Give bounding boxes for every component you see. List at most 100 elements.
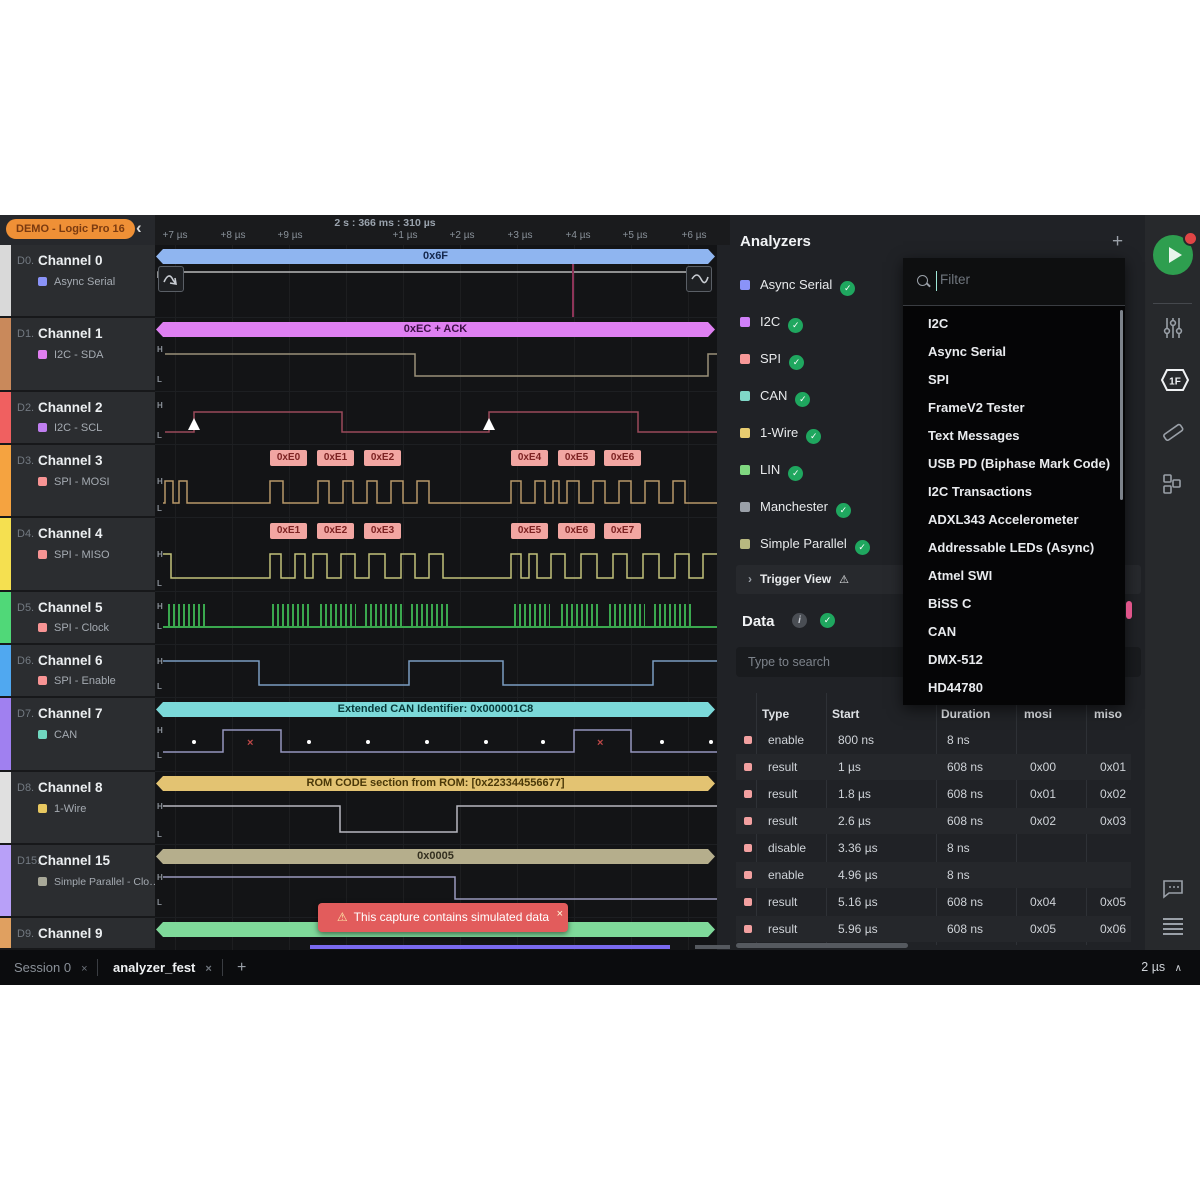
d0-waveform bbox=[157, 271, 712, 278]
spi-byte-badge[interactable]: 0xE4 bbox=[511, 450, 548, 466]
chat-feedback-icon[interactable] bbox=[1160, 875, 1186, 901]
dropdown-scrollbar[interactable] bbox=[1120, 310, 1123, 500]
dropdown-item-i2c-transactions[interactable]: I2C Transactions bbox=[903, 478, 1125, 506]
analyzer-enabled-check-icon[interactable]: ✓ bbox=[835, 503, 851, 518]
dropdown-item-adxl343[interactable]: ADXL343 Accelerometer bbox=[903, 506, 1125, 534]
channel-row-d1[interactable]: D1. Channel 1 I2C - SDA bbox=[0, 318, 155, 392]
analyzer-item-spi[interactable]: SPI ✓ bbox=[740, 347, 804, 371]
analyzer-item-lin[interactable]: LIN ✓ bbox=[740, 458, 804, 482]
new-tab-button[interactable]: + bbox=[237, 950, 246, 985]
col-header-mosi[interactable]: mosi bbox=[1024, 707, 1052, 721]
data-table-row[interactable]: enable 4.96 µs 8 ns bbox=[736, 862, 1131, 888]
analyzer-enabled-check-icon[interactable]: ✓ bbox=[854, 540, 870, 555]
data-table-row[interactable]: disable 3.36 µs 8 ns bbox=[736, 835, 1131, 861]
channel-row-d5[interactable]: D5. Channel 5 SPI - Clock bbox=[0, 592, 155, 645]
spi-byte-badge[interactable]: 0xE6 bbox=[558, 523, 595, 539]
scroll-indicator[interactable] bbox=[310, 945, 670, 949]
dropdown-item-text-messages[interactable]: Text Messages bbox=[903, 422, 1125, 450]
channel-row-d4[interactable]: D4. Channel 4 SPI - MISO bbox=[0, 518, 155, 592]
spi-byte-badge[interactable]: 0xE3 bbox=[364, 523, 401, 539]
measure-ruler-icon[interactable] bbox=[1160, 419, 1186, 445]
channel-row-d9[interactable]: D9. Channel 9 bbox=[0, 918, 155, 950]
toast-close-icon[interactable]: × bbox=[557, 900, 563, 929]
can-frame-bar[interactable]: Extended CAN Identifier: 0x000001C8 bbox=[156, 702, 715, 717]
dropdown-search-field[interactable]: Filter bbox=[903, 258, 1125, 306]
info-icon[interactable]: i bbox=[792, 613, 807, 628]
data-table-row[interactable]: result 1 µs 608 ns 0x00 0x01 bbox=[736, 754, 1131, 780]
spi-byte-badge[interactable]: 0xE2 bbox=[364, 450, 401, 466]
dropdown-item-atmel-swi[interactable]: Atmel SWI bbox=[903, 562, 1125, 590]
spi-byte-badge[interactable]: 0xE1 bbox=[317, 450, 354, 466]
data-table-row[interactable]: result 2.6 µs 608 ns 0x02 0x03 bbox=[736, 808, 1131, 834]
dropdown-item-can[interactable]: CAN bbox=[903, 618, 1125, 646]
async-frame-bar[interactable]: 0x6F bbox=[156, 249, 715, 264]
dropdown-item-addressable-leds[interactable]: Addressable LEDs (Async) bbox=[903, 534, 1125, 562]
dropdown-item-i2c[interactable]: I2C bbox=[903, 310, 1125, 338]
i2c-frame-bar[interactable]: 0xEC + ACK bbox=[156, 322, 715, 337]
analyzer-item-1wire[interactable]: 1-Wire ✓ bbox=[740, 421, 822, 445]
framing-glyph-icon[interactable] bbox=[158, 266, 184, 292]
data-table-row[interactable]: result 1.8 µs 608 ns 0x01 0x02 bbox=[736, 781, 1131, 807]
analyzer-item-i2c[interactable]: I2C ✓ bbox=[740, 310, 804, 334]
onewire-frame-bar[interactable]: ROM CODE section from ROM: [0x2233445566… bbox=[156, 776, 715, 791]
dropdown-item-biss-c[interactable]: BiSS C bbox=[903, 590, 1125, 618]
analyzer-enabled-check-icon[interactable]: ✓ bbox=[840, 281, 856, 296]
analyzer-item-async-serial[interactable]: Async Serial ✓ bbox=[740, 273, 856, 297]
data-table-row[interactable]: result 5.96 µs 608 ns 0x05 0x06 bbox=[736, 916, 1131, 942]
table-hscrollbar[interactable] bbox=[736, 943, 908, 948]
waveform-canvas[interactable]: 0x6F 0xEC + ACK H L H L 0xE0 0xE1 0xE2 0… bbox=[155, 245, 717, 950]
spi-byte-badge[interactable]: 0xE7 bbox=[604, 523, 641, 539]
framing-glyph-icon[interactable] bbox=[686, 266, 712, 292]
analyzer-item-simple-parallel[interactable]: Simple Parallel ✓ bbox=[740, 532, 870, 556]
parallel-frame-bar[interactable]: 0x0005 bbox=[156, 849, 715, 864]
dropdown-item-framev2-tester[interactable]: FrameV2 Tester bbox=[903, 394, 1125, 422]
spi-byte-badge[interactable]: 0xE2 bbox=[317, 523, 354, 539]
analyzer-item-manchester[interactable]: Manchester ✓ bbox=[740, 495, 851, 519]
main-menu-icon[interactable] bbox=[1160, 913, 1186, 939]
dropdown-item-spi[interactable]: SPI bbox=[903, 366, 1125, 394]
tab-close-icon[interactable]: × bbox=[205, 963, 211, 975]
hex-display-icon[interactable]: 1F bbox=[1160, 367, 1190, 393]
spi-byte-badge[interactable]: 0xE5 bbox=[511, 523, 548, 539]
channel-row-d8[interactable]: D8. Channel 8 1-Wire bbox=[0, 772, 155, 845]
spi-byte-badge[interactable]: 0xE5 bbox=[558, 450, 595, 466]
col-header-start[interactable]: Start bbox=[832, 707, 859, 721]
analyzer-enabled-check-icon[interactable]: ✓ bbox=[788, 466, 804, 481]
trigger-cursor-line[interactable] bbox=[572, 264, 574, 317]
wave-row-d1: 0xEC + ACK H L bbox=[155, 318, 717, 392]
analyzer-enabled-check-icon[interactable]: ✓ bbox=[806, 429, 822, 444]
analyzer-enabled-check-icon[interactable]: ✓ bbox=[788, 355, 804, 370]
zoom-level-control[interactable]: 2 µs ∧ bbox=[1141, 950, 1182, 985]
dropdown-item-async-serial[interactable]: Async Serial bbox=[903, 338, 1125, 366]
analyzer-enabled-check-icon[interactable]: ✓ bbox=[788, 318, 804, 333]
channel-row-d15[interactable]: D15. Channel 15 Simple Parallel - Clo… bbox=[0, 845, 160, 918]
dropdown-item-hd44780[interactable]: HD44780 bbox=[903, 674, 1125, 702]
spi-byte-badge[interactable]: 0xE1 bbox=[270, 523, 307, 539]
data-table-row[interactable]: result 5.16 µs 608 ns 0x04 0x05 bbox=[736, 889, 1131, 915]
dropdown-item-usb-pd[interactable]: USB PD (Biphase Mark Code) bbox=[903, 450, 1125, 478]
analyzer-enabled-check-icon[interactable]: ✓ bbox=[795, 392, 811, 407]
channel-row-d2[interactable]: D2. Channel 2 I2C - SCL bbox=[0, 392, 155, 445]
col-header-type[interactable]: Type bbox=[762, 707, 789, 721]
tab-close-icon[interactable]: × bbox=[81, 963, 87, 975]
layout-blocks-icon[interactable] bbox=[1160, 471, 1186, 497]
spi-byte-badge[interactable]: 0xE0 bbox=[270, 450, 307, 466]
dropdown-item-dmx-512[interactable]: DMX-512 bbox=[903, 646, 1125, 674]
collapse-sidebar-icon[interactable]: ‹ bbox=[136, 218, 142, 238]
svg-text:H: H bbox=[157, 477, 163, 486]
add-analyzer-button[interactable]: + bbox=[1112, 231, 1123, 253]
capture-settings-icon[interactable] bbox=[1160, 315, 1186, 341]
demo-device-badge[interactable]: DEMO - Logic Pro 16 bbox=[6, 219, 135, 239]
col-header-duration[interactable]: Duration bbox=[941, 707, 990, 721]
analyzer-item-can[interactable]: CAN ✓ bbox=[740, 384, 811, 408]
tab-analyzer-fest[interactable]: analyzer_fest × bbox=[113, 950, 212, 985]
channel-row-d6[interactable]: D6. Channel 6 SPI - Enable bbox=[0, 645, 155, 698]
channel-row-d7[interactable]: D7. Channel 7 CAN bbox=[0, 698, 155, 772]
spi-byte-badge[interactable]: 0xE6 bbox=[604, 450, 641, 466]
col-header-miso[interactable]: miso bbox=[1094, 707, 1122, 721]
timeline-ruler[interactable]: 2 s : 366 ms : 310 µs +7 µs +8 µs +9 µs … bbox=[155, 215, 730, 245]
data-table-row[interactable]: enable 800 ns 8 ns bbox=[736, 727, 1131, 753]
tab-session-0[interactable]: Session 0 × bbox=[14, 950, 88, 985]
channel-row-d3[interactable]: D3. Channel 3 SPI - MOSI bbox=[0, 445, 155, 518]
channel-row-d0[interactable]: D0. Channel 0 Async Serial bbox=[0, 245, 155, 318]
